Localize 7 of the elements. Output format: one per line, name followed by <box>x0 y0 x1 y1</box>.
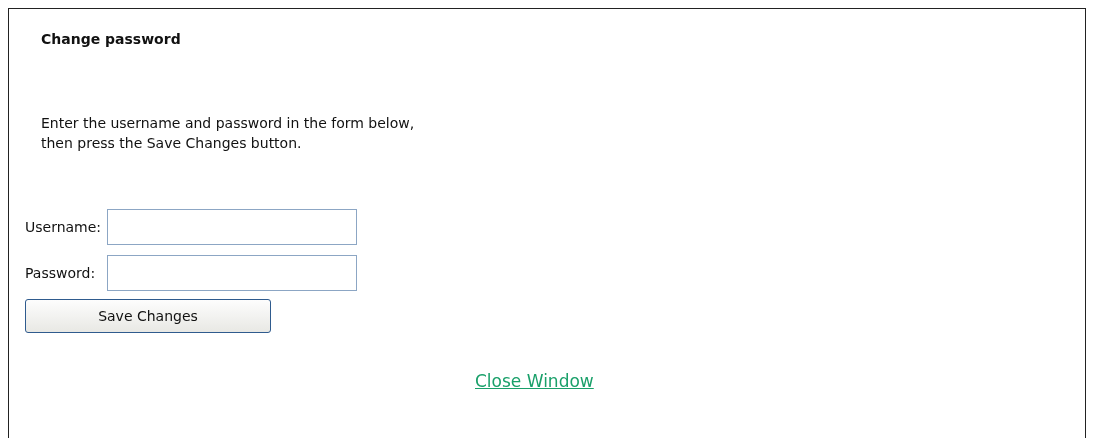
field-label: Username: <box>25 219 102 235</box>
input-field[interactable] <box>107 255 358 291</box>
input-field[interactable] <box>107 209 358 245</box>
save-button[interactable]: Save Changes <box>25 299 271 333</box>
instructions-text: Enter the username and password in the form below, then press the Save Changes button. <box>41 114 415 153</box>
field-label: Password: <box>25 265 97 281</box>
page-title: Change password <box>41 31 181 47</box>
